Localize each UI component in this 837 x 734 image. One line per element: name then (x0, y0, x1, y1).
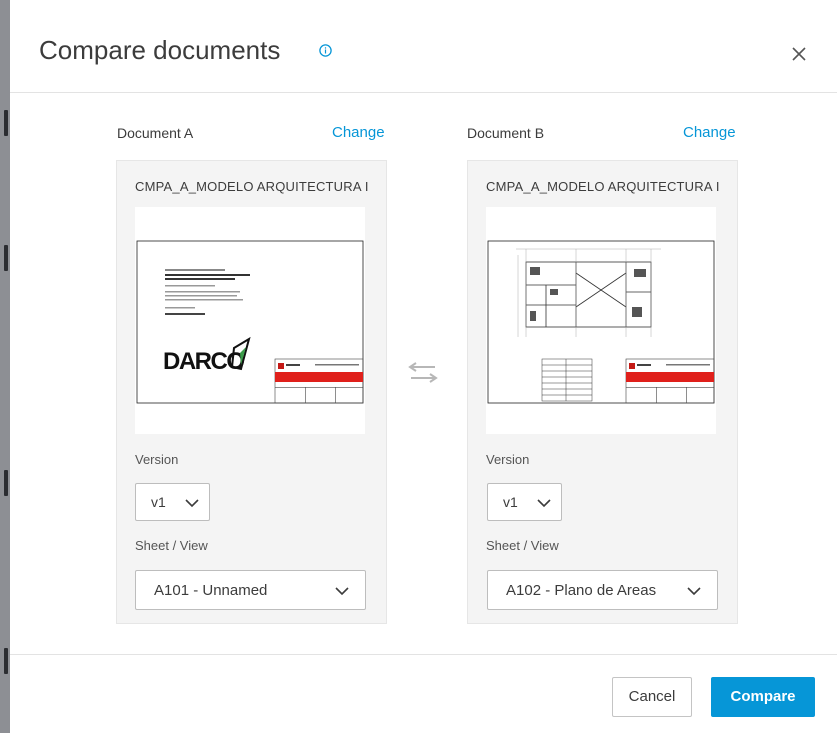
document-a-version-value: v1 (151, 494, 166, 510)
document-b-sheet-value: A102 - Plano de Areas (506, 582, 657, 599)
close-icon[interactable] (789, 44, 809, 64)
document-a-sheet-value: A101 - Unnamed (154, 582, 268, 599)
document-b-version-value: v1 (503, 494, 518, 510)
swap-arrows-icon[interactable] (405, 362, 441, 384)
document-a-sheet-select[interactable]: A101 - Unnamed (135, 570, 366, 610)
info-icon[interactable] (319, 44, 332, 57)
document-a-thumbnail: DARCO (135, 207, 365, 434)
chevron-down-icon (335, 587, 349, 596)
document-a-heading: Document A (117, 125, 194, 141)
document-b-sheet-select[interactable]: A102 - Plano de Areas (487, 570, 718, 610)
document-a-panel: CMPA_A_MODELO ARQUITECTURA I DARCO Versi… (116, 160, 387, 624)
document-b-file-name: CMPA_A_MODELO ARQUITECTURA I (486, 179, 720, 194)
document-a-file-name: CMPA_A_MODELO ARQUITECTURA I (135, 179, 369, 194)
document-b-panel: CMPA_A_MODELO ARQUITECTURA I Version v1 … (467, 160, 738, 624)
document-b-version-label: Version (486, 452, 530, 467)
compare-button[interactable]: Compare (711, 677, 815, 717)
compare-documents-dialog: Compare documents Document A Change CMPA… (10, 0, 837, 733)
background-page (0, 0, 10, 733)
document-b-sheet-label: Sheet / View (486, 538, 559, 553)
dialog-title: Compare documents (39, 35, 281, 65)
document-b-thumbnail (486, 207, 716, 434)
chevron-down-icon (687, 587, 701, 596)
document-a-version-label: Version (135, 452, 179, 467)
document-b-change-link[interactable]: Change (683, 124, 736, 141)
document-a-sheet-label: Sheet / View (135, 538, 208, 553)
chevron-down-icon (185, 499, 199, 508)
document-b-version-select[interactable]: v1 (487, 483, 562, 521)
dialog-footer: Cancel Compare (10, 654, 837, 734)
dialog-header: Compare documents (10, 0, 837, 93)
document-a-version-select[interactable]: v1 (135, 483, 210, 521)
document-a-change-link[interactable]: Change (332, 124, 385, 141)
cancel-button[interactable]: Cancel (612, 677, 692, 717)
document-b-heading: Document B (467, 125, 545, 141)
chevron-down-icon (537, 499, 551, 508)
